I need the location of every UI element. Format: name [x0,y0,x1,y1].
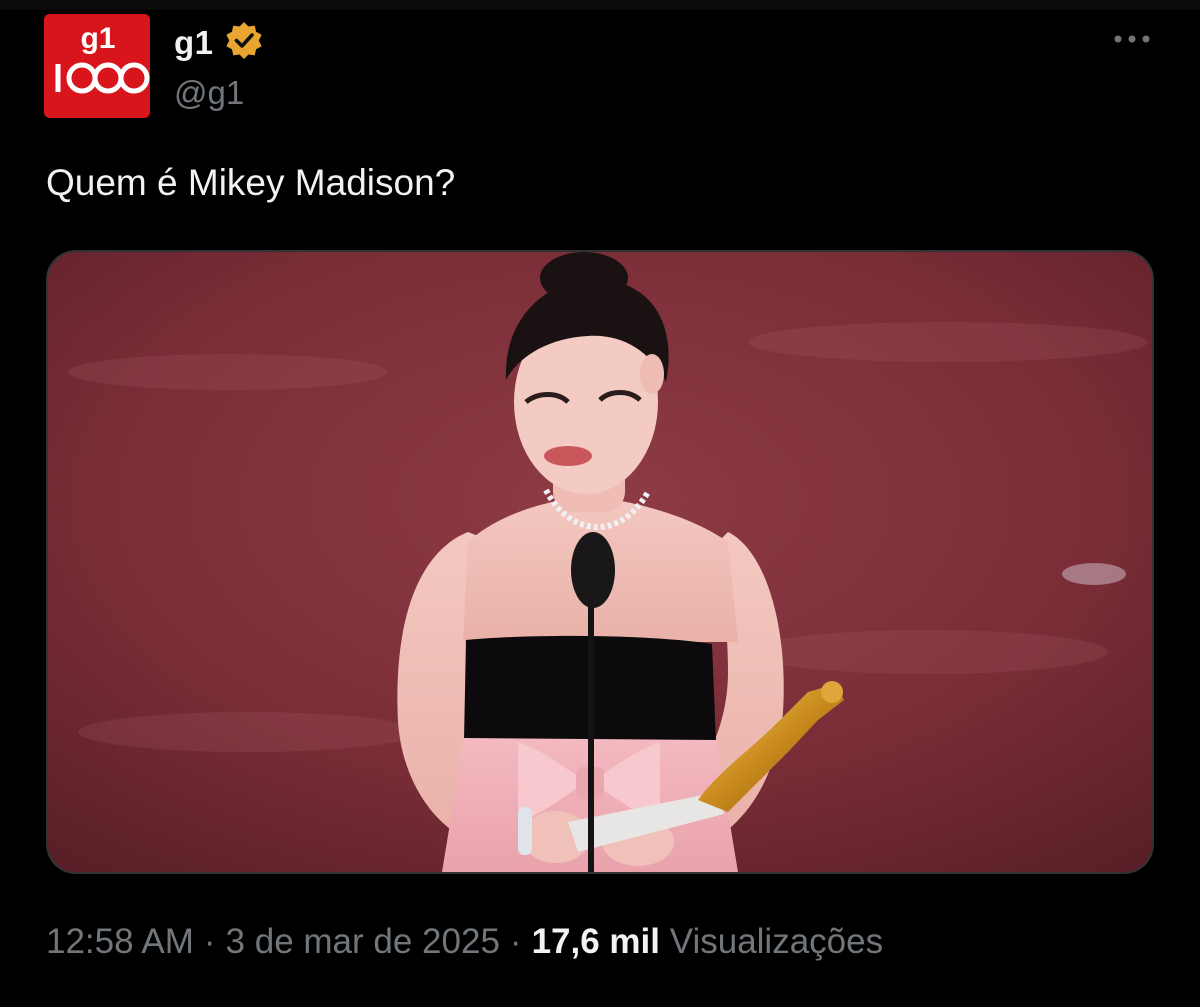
g1-logo-icon: g1 100 [44,14,150,118]
post-time[interactable]: 12:58 AM [46,922,194,961]
more-options-button[interactable] [1110,24,1154,54]
verified-badge-icon[interactable] [224,20,264,65]
svg-text:g1: g1 [80,22,115,55]
meta-separator: · [203,922,216,961]
author-handle[interactable]: @g1 [174,74,244,112]
top-divider [0,0,1200,10]
author-name-row: g1 [174,20,264,65]
more-horizontal-icon [1114,35,1150,43]
post-media-photo[interactable] [46,250,1154,874]
post-metadata: 12:58 AM · 3 de mar de 2025 · 17,6 mil Visua… [46,922,883,962]
views-count[interactable]: 17,6 mil [532,922,660,961]
post-text: Quem é Mikey Madison? [46,162,456,203]
meta-separator: · [509,922,522,961]
post-date[interactable]: 3 de mar de 2025 [226,922,500,961]
author-display-name[interactable]: g1 [174,24,214,62]
views-label[interactable]: Visualizações [670,922,883,961]
author-avatar[interactable]: g1 100 [44,14,150,118]
photo-award-speech-image [48,252,1152,872]
